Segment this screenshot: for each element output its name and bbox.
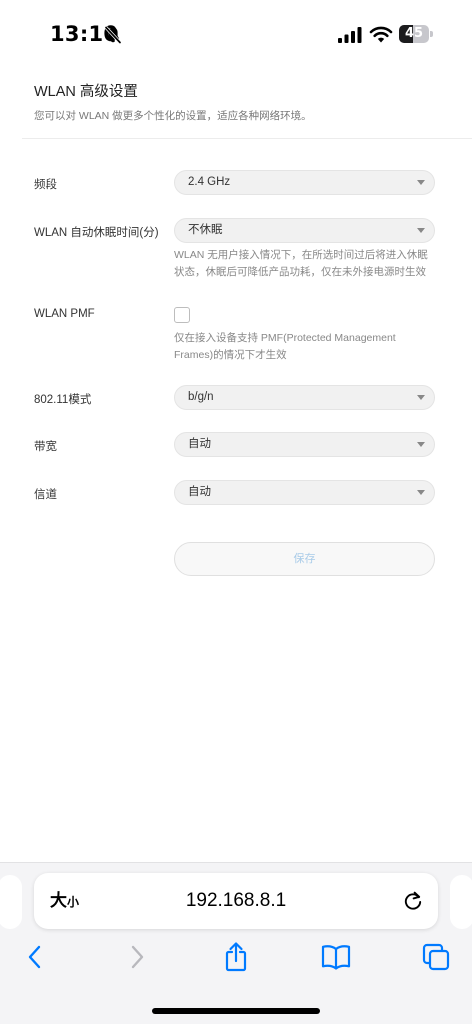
bandwidth-select[interactable]: 自动 <box>174 432 435 457</box>
sleep-time-hint-line1: WLAN 无用户接入情况下，在所选时间过后将进入休眠 <box>174 249 428 261</box>
pmf-hint-line2: Frames)的情况下才生效 <box>174 349 287 361</box>
bell-slash-icon <box>104 26 122 44</box>
sleep-time-hint-line2: 状态，休眠后可降低产品功耗，仅在未外接电源时生效 <box>174 266 426 278</box>
share-icon <box>225 942 247 972</box>
page-title: WLAN 高级设置 <box>34 84 138 100</box>
bandwidth-select-value: 自动 <box>188 438 211 450</box>
back-button[interactable] <box>17 939 53 975</box>
previous-tab-peek[interactable] <box>0 875 22 929</box>
home-indicator[interactable] <box>152 1008 320 1014</box>
next-tab-peek[interactable] <box>450 875 472 929</box>
pmf-hint-line1: 仅在接入设备支持 PMF(Protected Management <box>174 332 396 344</box>
status-bar: 13:10 45 <box>0 0 472 70</box>
text-size-small: 小 <box>67 895 80 909</box>
channel-select[interactable]: 自动 <box>174 480 435 505</box>
title-divider <box>22 138 472 139</box>
chevron-down-icon <box>417 395 425 400</box>
channel-label: 信道 <box>34 489 57 501</box>
save-button[interactable]: 保存 <box>174 542 435 576</box>
tabs-icon <box>422 943 450 971</box>
sleep-time-select[interactable]: 不休眠 <box>174 218 435 243</box>
address-bar[interactable]: 192.168.8.1 大小 <box>34 873 438 929</box>
chevron-down-icon <box>417 228 425 233</box>
chevron-down-icon <box>417 490 425 495</box>
band-label: 频段 <box>34 179 57 191</box>
cellular-signal-icon <box>338 27 362 43</box>
pmf-checkbox[interactable] <box>174 307 190 323</box>
wifi-icon <box>369 26 393 43</box>
sleep-time-label: WLAN 自动休眠时间(分) <box>34 227 159 239</box>
back-icon <box>28 945 41 969</box>
share-button[interactable] <box>218 939 254 975</box>
chevron-down-icon <box>417 180 425 185</box>
mode-select[interactable]: b/g/n <box>174 385 435 410</box>
sleep-time-hint: WLAN 无用户接入情况下，在所选时间过后将进入休眠 状态，休眠后可降低产品功耗… <box>174 247 444 281</box>
tabs-button[interactable] <box>418 939 454 975</box>
browser-bottom-bar: 192.168.8.1 大小 <box>0 862 472 1024</box>
pmf-label: WLAN PMF <box>34 308 95 320</box>
band-select[interactable]: 2.4 GHz <box>174 170 435 195</box>
forward-button[interactable] <box>119 939 155 975</box>
bookmarks-icon <box>321 945 351 970</box>
mode-label: 802.11模式 <box>34 394 92 406</box>
channel-select-value: 自动 <box>188 486 211 498</box>
bookmarks-button[interactable] <box>318 939 354 975</box>
page-description: 您可以对 WLAN 做更多个性化的设置，适应各种网络环境。 <box>34 110 312 122</box>
forward-icon <box>131 945 144 969</box>
bandwidth-label: 带宽 <box>34 441 57 453</box>
chevron-down-icon <box>417 442 425 447</box>
band-select-value: 2.4 GHz <box>188 176 231 188</box>
url-text[interactable]: 192.168.8.1 <box>34 873 438 929</box>
battery-level: 45 <box>404 26 424 41</box>
battery-icon: 45 <box>399 25 433 43</box>
sleep-time-select-value: 不休眠 <box>188 224 223 236</box>
text-size-button[interactable]: 大小 <box>50 873 79 930</box>
text-size-big: 大 <box>50 891 67 911</box>
pmf-hint: 仅在接入设备支持 PMF(Protected Management Frames… <box>174 330 444 364</box>
mode-select-value: b/g/n <box>188 391 214 403</box>
reload-icon[interactable] <box>402 890 424 912</box>
